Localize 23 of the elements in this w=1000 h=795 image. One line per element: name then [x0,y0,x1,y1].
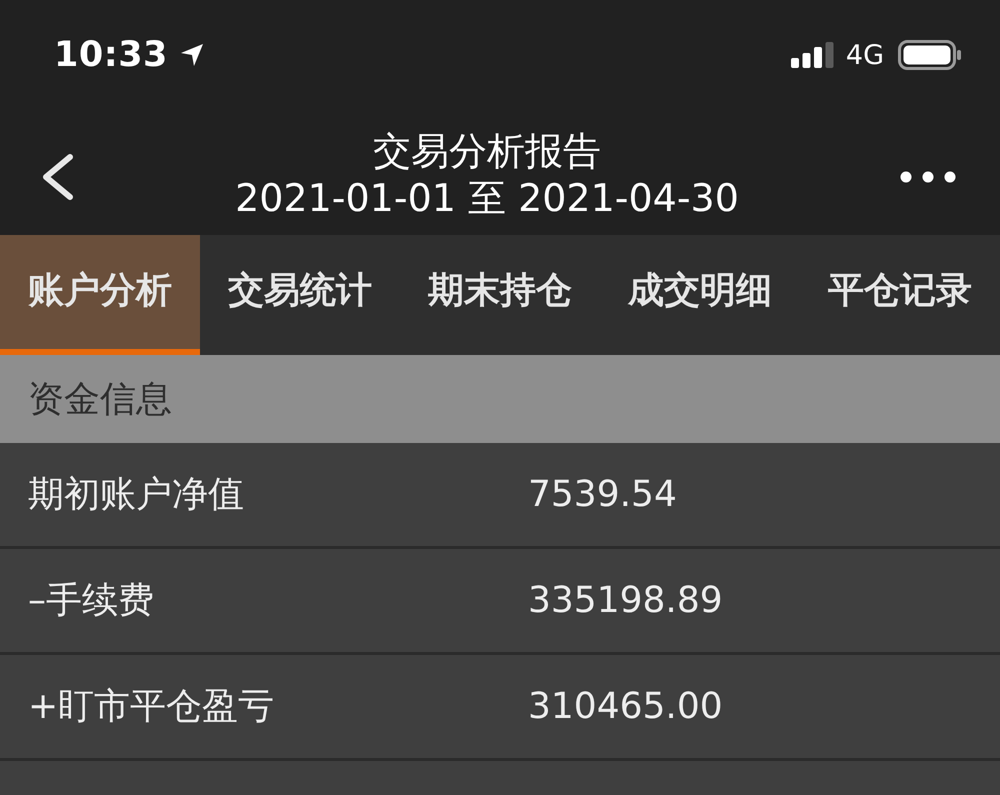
row-label: +盯市平仓盈亏 [28,685,276,729]
tab[interactable]: 平仓记录 [800,235,1000,355]
back-button[interactable] [40,154,74,200]
date-range: 2021-01-01 至 2021-04-30 [235,174,739,220]
back-chevron-icon [40,154,74,200]
tab[interactable]: 期末持仓 [400,235,600,355]
signal-icon [790,42,834,68]
status-time: 10:33 [54,35,168,75]
more-icon [900,170,956,182]
tab[interactable]: 账户分析 [0,235,200,355]
more-button[interactable] [900,170,956,182]
location-arrow-icon [180,43,204,67]
page-title: 交易分析报告 [373,128,601,174]
row-label: –手续费 [28,579,155,623]
network-label: 4G [846,40,884,70]
row-value: 335198.89 [528,580,723,621]
row-value: 310465.00 [528,686,723,727]
tab[interactable]: 成交明细 [600,235,800,355]
tab[interactable]: 交易统计 [200,235,400,355]
row-label: 期初账户净值 [28,473,245,517]
battery-icon [898,40,962,70]
section-title: 资金信息 [28,378,172,422]
row-value: 7539.54 [528,474,677,515]
